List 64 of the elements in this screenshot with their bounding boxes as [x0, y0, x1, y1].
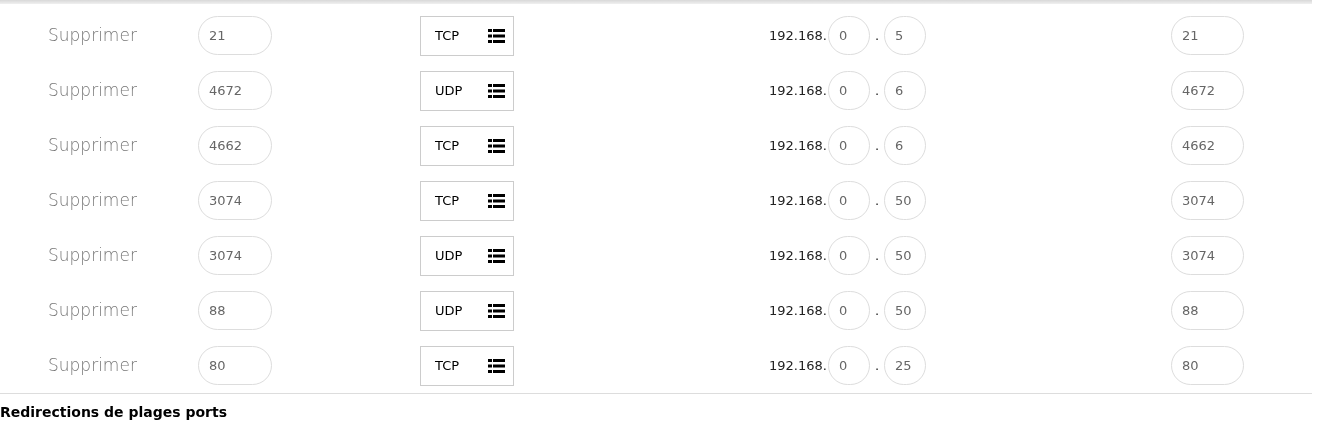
protocol-select[interactable]: TCP — [420, 180, 514, 221]
delete-link[interactable]: Supprimer — [48, 242, 198, 269]
port-field[interactable]: 3074 — [1171, 181, 1244, 220]
ip-prefix: 192.168. — [769, 136, 828, 155]
port-field[interactable]: 88 — [198, 291, 272, 330]
port-field[interactable]: 21 — [1171, 16, 1244, 55]
protocol-select[interactable]: TCP — [420, 15, 514, 56]
ip-separator: . — [873, 246, 881, 265]
ip-octet-field[interactable]: 50 — [884, 181, 926, 220]
list-icon — [488, 358, 505, 373]
ip-separator: . — [873, 26, 881, 45]
ip-separator: . — [873, 191, 881, 210]
ip-separator: . — [873, 356, 881, 375]
delete-link[interactable]: Supprimer — [48, 187, 198, 214]
ip-prefix: 192.168. — [769, 191, 828, 210]
ip-prefix: 192.168. — [769, 81, 828, 100]
delete-link[interactable]: Supprimer — [48, 297, 198, 324]
ip-octet-field[interactable]: 0 — [828, 181, 870, 220]
ip-octet-field[interactable]: 50 — [884, 291, 926, 330]
ip-prefix: 192.168. — [769, 246, 828, 265]
port-field[interactable]: 80 — [198, 346, 272, 385]
ip-prefix: 192.168. — [769, 356, 828, 375]
delete-link[interactable]: Supprimer — [48, 352, 198, 379]
protocol-select[interactable]: UDP — [420, 290, 514, 331]
ip-octet-field[interactable]: 0 — [828, 346, 870, 385]
port-field[interactable]: 4662 — [1171, 126, 1244, 165]
protocol-select[interactable]: TCP — [420, 345, 514, 386]
list-icon — [488, 83, 505, 98]
delete-link[interactable]: Supprimer — [48, 132, 198, 159]
protocol-select[interactable]: TCP — [420, 125, 514, 166]
ip-octet-field[interactable]: 6 — [884, 126, 926, 165]
list-icon — [488, 303, 505, 318]
port-field[interactable]: 3074 — [198, 181, 272, 220]
ip-prefix: 192.168. — [769, 26, 828, 45]
list-icon — [488, 193, 505, 208]
ip-separator: . — [873, 81, 881, 100]
ip-octet-field[interactable]: 0 — [828, 16, 870, 55]
ip-separator: . — [873, 136, 881, 155]
port-field[interactable]: 4672 — [1171, 71, 1244, 110]
delete-link[interactable]: Supprimer — [48, 22, 198, 49]
delete-link[interactable]: Supprimer — [48, 77, 198, 104]
ip-octet-field[interactable]: 0 — [828, 236, 870, 275]
ip-octet-field[interactable]: 6 — [884, 71, 926, 110]
ip-octet-field[interactable]: 0 — [828, 291, 870, 330]
section-heading: Redirections de plages ports — [0, 404, 229, 420]
port-field[interactable]: 21 — [198, 16, 272, 55]
ip-octet-field[interactable]: 25 — [884, 346, 926, 385]
protocol-select[interactable]: UDP — [420, 235, 514, 276]
port-field[interactable]: 3074 — [198, 236, 272, 275]
port-field[interactable]: 3074 — [1171, 236, 1244, 275]
port-field[interactable]: 4672 — [198, 71, 272, 110]
list-icon — [488, 28, 505, 43]
ip-octet-field[interactable]: 50 — [884, 236, 926, 275]
port-field[interactable]: 88 — [1171, 291, 1244, 330]
ip-prefix: 192.168. — [769, 301, 828, 320]
list-icon — [488, 248, 505, 263]
ip-separator: . — [873, 301, 881, 320]
ip-octet-field[interactable]: 0 — [828, 71, 870, 110]
port-field[interactable]: 80 — [1171, 346, 1244, 385]
ip-octet-field[interactable]: 5 — [884, 16, 926, 55]
ip-octet-field[interactable]: 0 — [828, 126, 870, 165]
port-field[interactable]: 4662 — [198, 126, 272, 165]
list-icon — [488, 138, 505, 153]
protocol-select[interactable]: UDP — [420, 70, 514, 111]
